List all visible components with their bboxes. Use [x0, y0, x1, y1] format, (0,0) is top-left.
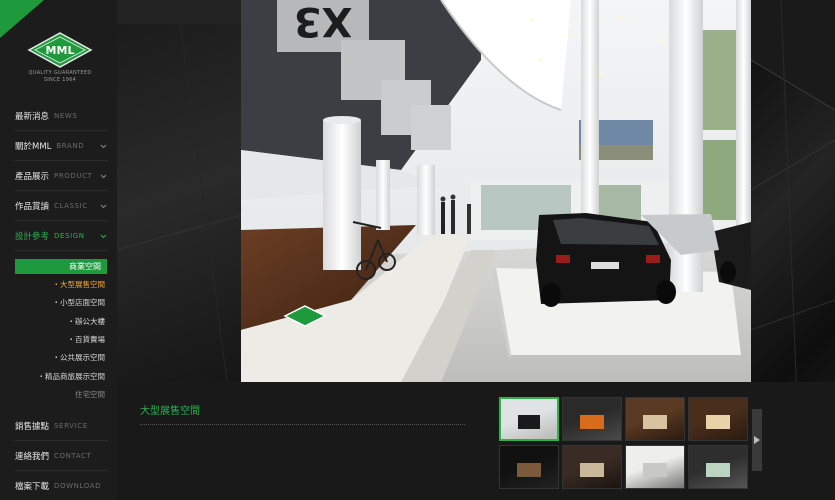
nav-label-en: DOWNLOAD	[54, 481, 102, 490]
thumbnail-image-detail	[706, 414, 730, 430]
tagline-line2: SINCE 1964	[43, 77, 77, 83]
thumb-dark-display[interactable]	[499, 445, 559, 489]
nav-label-zh: 檔案下載	[15, 481, 50, 492]
nav-item-contact[interactable]: 連絡我們 CONTACT	[15, 441, 108, 471]
brand-tagline: QUALITY GUARANTEED SINCE 1964	[18, 70, 102, 84]
thumbnail-image-detail	[517, 462, 541, 478]
chevron-right-icon	[754, 436, 760, 444]
nav-label-en: NEWS	[54, 111, 78, 120]
mml-logo[interactable]: MML	[27, 32, 93, 68]
subnav-item[interactable]: ・辦公大樓	[15, 316, 108, 328]
nav-label-en: DESIGN	[54, 231, 85, 240]
nav-label-en: BRAND	[56, 141, 85, 150]
subnav-item[interactable]: ・精品商旅展示空間	[15, 371, 108, 383]
subnav-item[interactable]: 住宅空間	[15, 389, 108, 401]
nav-item-design[interactable]: 設計參考 DESIGN	[15, 221, 108, 251]
subnav-item[interactable]: ・大型展售空間	[15, 279, 108, 291]
showroom-photo: X3	[241, 0, 751, 382]
thumbnail-image-detail	[580, 414, 604, 430]
nav-label-zh: 銷售據點	[15, 421, 50, 432]
thumb-car-orange[interactable]	[562, 397, 622, 441]
nav-label-zh: 連絡我們	[15, 451, 50, 462]
nav-label-zh: 設計參考	[15, 231, 50, 242]
thumbnail-image-detail	[643, 414, 667, 430]
nav-label-en: CLASSIC	[54, 201, 88, 210]
nav-label-en: SERVICE	[54, 421, 88, 430]
chevron-down-icon	[100, 174, 107, 179]
nav-label-zh: 作品賞讀	[15, 201, 50, 212]
svg-text:MML: MML	[46, 44, 75, 57]
thumbnail-next-button[interactable]	[752, 409, 762, 471]
nav-label-zh: 最新消息	[15, 111, 50, 122]
nav-item-news[interactable]: 最新消息 NEWS	[15, 101, 108, 131]
banner-x3-text: X3	[294, 0, 353, 44]
nav-item-product[interactable]: 產品展示 PRODUCT	[15, 161, 108, 191]
nav-item-download[interactable]: 檔案下載 DOWNLOAD	[15, 471, 108, 500]
thumbnail-image-detail	[517, 415, 541, 429]
subnav-heading[interactable]: 商業空間	[15, 259, 107, 274]
subnav-item[interactable]: ・百貨賣場	[15, 334, 108, 346]
subnav-item[interactable]: ・小型店面空間	[15, 297, 108, 309]
nav-label-zh: 關於MML	[15, 141, 52, 152]
chevron-down-icon	[100, 144, 107, 149]
thumb-showroom-bmw[interactable]	[499, 397, 559, 441]
left-texture-panel	[117, 0, 241, 382]
tagline-line1: QUALITY GUARANTEED	[28, 70, 92, 76]
thumb-lamps[interactable]	[688, 397, 748, 441]
thumb-office-wood[interactable]	[625, 397, 685, 441]
thumbnail-image-detail	[643, 462, 667, 478]
nav-item-service[interactable]: 銷售據點 SERVICE	[15, 411, 108, 441]
chevron-down-icon	[100, 234, 107, 239]
thumb-lounge[interactable]	[688, 445, 748, 489]
caption-title: 大型展售空間	[140, 406, 200, 417]
thumb-shop-white[interactable]	[625, 445, 685, 489]
thumbnail-image-detail	[580, 462, 604, 478]
sidebar: MML QUALITY GUARANTEED SINCE 1964 最新消息 NE…	[0, 0, 117, 500]
nav-item-brand[interactable]: 關於MML BRAND	[15, 131, 108, 161]
caption-divider	[140, 424, 465, 425]
thumb-corridor[interactable]	[562, 445, 622, 489]
subnav-item[interactable]: ・公共展示空間	[15, 352, 108, 364]
chevron-down-icon	[100, 204, 107, 209]
nav-label-en: PRODUCT	[54, 171, 93, 180]
nav-item-classic[interactable]: 作品賞讀 CLASSIC	[15, 191, 108, 221]
nav-label-zh: 產品展示	[15, 171, 50, 182]
nav-label-en: CONTACT	[54, 451, 92, 460]
thumbnail-image-detail	[706, 462, 730, 478]
